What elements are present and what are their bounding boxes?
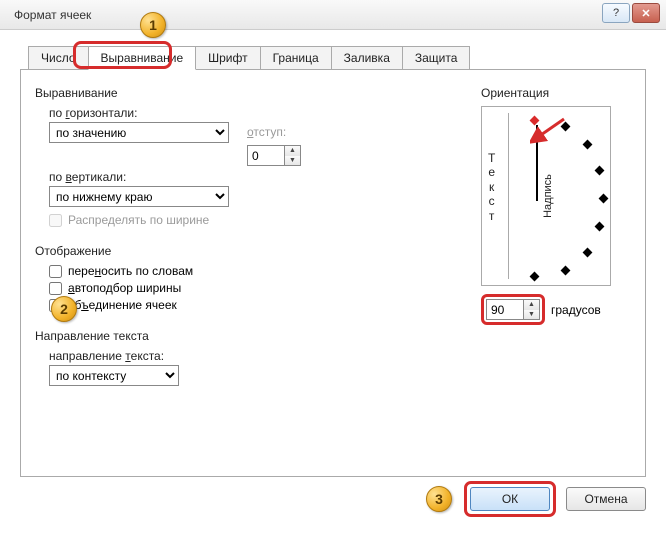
wrap-checkbox[interactable]: [49, 265, 62, 278]
dial-point[interactable]: [583, 140, 593, 150]
group-direction: Направление текста: [35, 329, 473, 343]
right-column: Ориентация Текст: [481, 82, 631, 464]
titlebar: Формат ячеек ? ✕: [0, 0, 666, 30]
indent-spinner[interactable]: ▲▼: [247, 145, 301, 166]
tab-font[interactable]: Шрифт: [195, 46, 260, 70]
help-button[interactable]: ?: [602, 3, 630, 23]
dial-point[interactable]: [561, 266, 571, 276]
tab-panel: Выравнивание по горизонтали: по значению…: [20, 69, 646, 477]
tab-number[interactable]: Число: [28, 46, 89, 70]
merge-label: объединение ячеек: [68, 298, 177, 312]
autofit-label: автоподбор ширины: [68, 281, 181, 295]
dial-point-0[interactable]: [599, 194, 609, 204]
annotation-arrow-icon: [530, 115, 570, 145]
vertical-text-sample: Текст: [488, 151, 495, 223]
indent-label: отступ:: [247, 125, 286, 139]
spinner-up-icon[interactable]: ▲: [285, 146, 300, 156]
window-title: Формат ячеек: [14, 8, 91, 22]
spinner-down-icon[interactable]: ▼: [285, 156, 300, 166]
tab-protection[interactable]: Защита: [402, 46, 471, 70]
distribute-label: Распределять по ширине: [68, 213, 209, 227]
divider: [508, 113, 509, 279]
degrees-label: градусов: [551, 303, 601, 317]
spinner-down-icon[interactable]: ▼: [524, 310, 539, 320]
close-button[interactable]: ✕: [632, 3, 660, 23]
dial-point[interactable]: [583, 248, 593, 258]
tab-alignment[interactable]: Выравнивание: [88, 46, 197, 70]
titlebar-buttons: ? ✕: [602, 3, 660, 23]
highlight-degrees: ▲▼: [481, 294, 545, 325]
client-area: 1 Число Выравнивание Шрифт Граница Залив…: [0, 30, 666, 535]
tab-fill[interactable]: Заливка: [331, 46, 403, 70]
cancel-button[interactable]: Отмена: [566, 487, 646, 511]
distribute-checkbox: [49, 214, 62, 227]
vertical-label: по вертикали:: [49, 170, 473, 184]
left-column: Выравнивание по горизонтали: по значению…: [35, 82, 473, 464]
tabstrip: Число Выравнивание Шрифт Граница Заливка…: [28, 46, 646, 70]
direction-select[interactable]: по контексту: [49, 365, 179, 386]
dialog-window: Формат ячеек ? ✕ 1 Число Выравнивание Шр…: [0, 0, 666, 535]
callout-3: 3: [426, 486, 452, 512]
orientation-control[interactable]: Текст Надпись: [481, 106, 611, 286]
button-row: 3 ОК Отмена: [426, 481, 646, 517]
direction-label: направление текста:: [49, 349, 473, 363]
degree-row: ▲▼ градусов: [481, 294, 631, 325]
degrees-spinner[interactable]: ▲▼: [486, 299, 540, 320]
wrap-label: переносить по словам: [68, 264, 193, 278]
group-alignment: Выравнивание: [35, 86, 473, 100]
degrees-input[interactable]: [487, 300, 523, 319]
horizontal-select[interactable]: по значению: [49, 122, 229, 143]
group-orientation: Ориентация: [481, 86, 631, 100]
needle-label: Надпись: [542, 174, 554, 218]
highlight-ok: ОК: [464, 481, 556, 517]
tab-border[interactable]: Граница: [260, 46, 332, 70]
vertical-select[interactable]: по нижнему краю: [49, 186, 229, 207]
dial-point-m90[interactable]: [530, 272, 540, 282]
callout-1: 1: [140, 12, 166, 38]
dial-point[interactable]: [595, 222, 605, 232]
autofit-checkbox[interactable]: [49, 282, 62, 295]
callout-2: 2: [51, 296, 77, 322]
dial-point[interactable]: [595, 166, 605, 176]
horizontal-label: по горизонтали:: [49, 106, 473, 120]
spinner-up-icon[interactable]: ▲: [524, 300, 539, 310]
ok-button[interactable]: ОК: [470, 487, 550, 511]
indent-input[interactable]: [248, 146, 284, 165]
group-display: Отображение: [35, 244, 473, 258]
